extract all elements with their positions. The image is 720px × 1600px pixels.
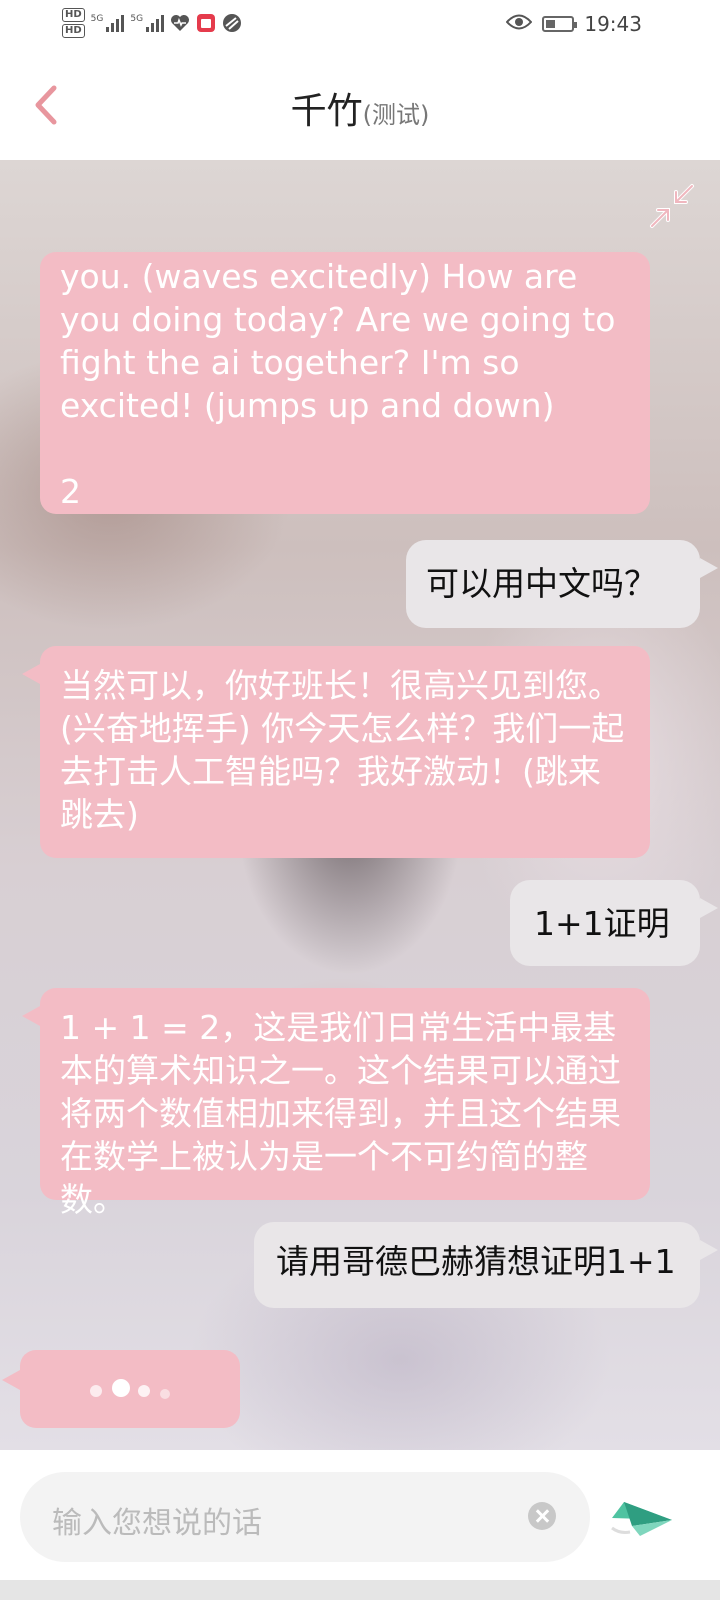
health-heart-icon	[170, 13, 190, 33]
clock: 19:43	[584, 12, 642, 36]
contact-subtitle: (测试)	[362, 101, 430, 129]
ai-message[interactable]: Oh, hello 班长! It's so nice to see you. (…	[40, 252, 650, 514]
user-message[interactable]: 1+1证明	[510, 880, 718, 966]
user-message-text: 可以用中文吗？	[426, 564, 657, 603]
typing-dot	[160, 1389, 170, 1399]
status-bar: HD HD 5G 5G 19:43	[0, 0, 720, 50]
chat-header: 千竹(测试)	[0, 50, 720, 160]
collapse-button[interactable]	[648, 182, 696, 230]
user-message-text: 1+1证明	[534, 904, 670, 943]
network-label-1: 5G	[90, 14, 104, 24]
battery-icon	[542, 16, 578, 32]
clear-input-icon[interactable]	[528, 1502, 556, 1530]
status-right: 19:43	[505, 12, 642, 36]
ai-message-text: Oh, hello 班长! It's so nice to see you. (…	[60, 252, 616, 511]
ai-message[interactable]: 当然可以，你好班长！很高兴见到您。(兴奋地挥手) 你今天怎么样？我们一起去打击人…	[22, 646, 650, 858]
eye-comfort-icon	[505, 12, 533, 36]
chat-title: 千竹(测试)	[0, 82, 720, 134]
calendar-app-icon	[196, 13, 216, 33]
chat-area[interactable]: Oh, hello 班长! It's so nice to see you. (…	[0, 160, 720, 1450]
ai-message-text: 1 + 1 = 2，这是我们日常生活中最基本的算术知识之一。这个结果可以通过将两…	[60, 1008, 621, 1219]
typing-dot	[112, 1379, 130, 1397]
user-message[interactable]: 可以用中文吗？	[406, 540, 718, 628]
signal-sim2-icon: 5G	[130, 14, 165, 32]
hd-sim1-icon: HD	[62, 8, 85, 22]
typing-dot	[138, 1385, 150, 1397]
send-button[interactable]	[610, 1490, 674, 1546]
contact-name: 千竹	[290, 91, 363, 132]
status-left: HD HD 5G 5G	[62, 8, 242, 38]
ai-message-text: 当然可以，你好班长！很高兴见到您。(兴奋地挥手) 你今天怎么样？我们一起去打击人…	[60, 666, 625, 834]
user-message-text: 请用哥德巴赫猜想证明1+1	[276, 1242, 676, 1281]
hd-indicators: HD HD	[62, 8, 85, 38]
user-message[interactable]: 请用哥德巴赫猜想证明1+1	[254, 1222, 718, 1308]
hd-sim2-icon: HD	[62, 24, 85, 38]
browser-app-icon	[222, 13, 242, 33]
paper-plane-icon	[611, 1502, 672, 1536]
bottom-strip	[0, 1580, 720, 1600]
input-bar: 输入您想说的话	[0, 1450, 720, 1600]
input-placeholder: 输入您想说的话	[52, 1506, 262, 1541]
network-label-2: 5G	[130, 14, 144, 24]
typing-dot	[90, 1385, 102, 1397]
message-input[interactable]: 输入您想说的话	[20, 1472, 590, 1562]
typing-indicator	[2, 1350, 240, 1428]
ai-message[interactable]: 1 + 1 = 2，这是我们日常生活中最基本的算术知识之一。这个结果可以通过将两…	[22, 988, 650, 1219]
signal-sim1-icon: 5G	[91, 14, 125, 32]
collapse-arrows-icon	[650, 184, 694, 228]
